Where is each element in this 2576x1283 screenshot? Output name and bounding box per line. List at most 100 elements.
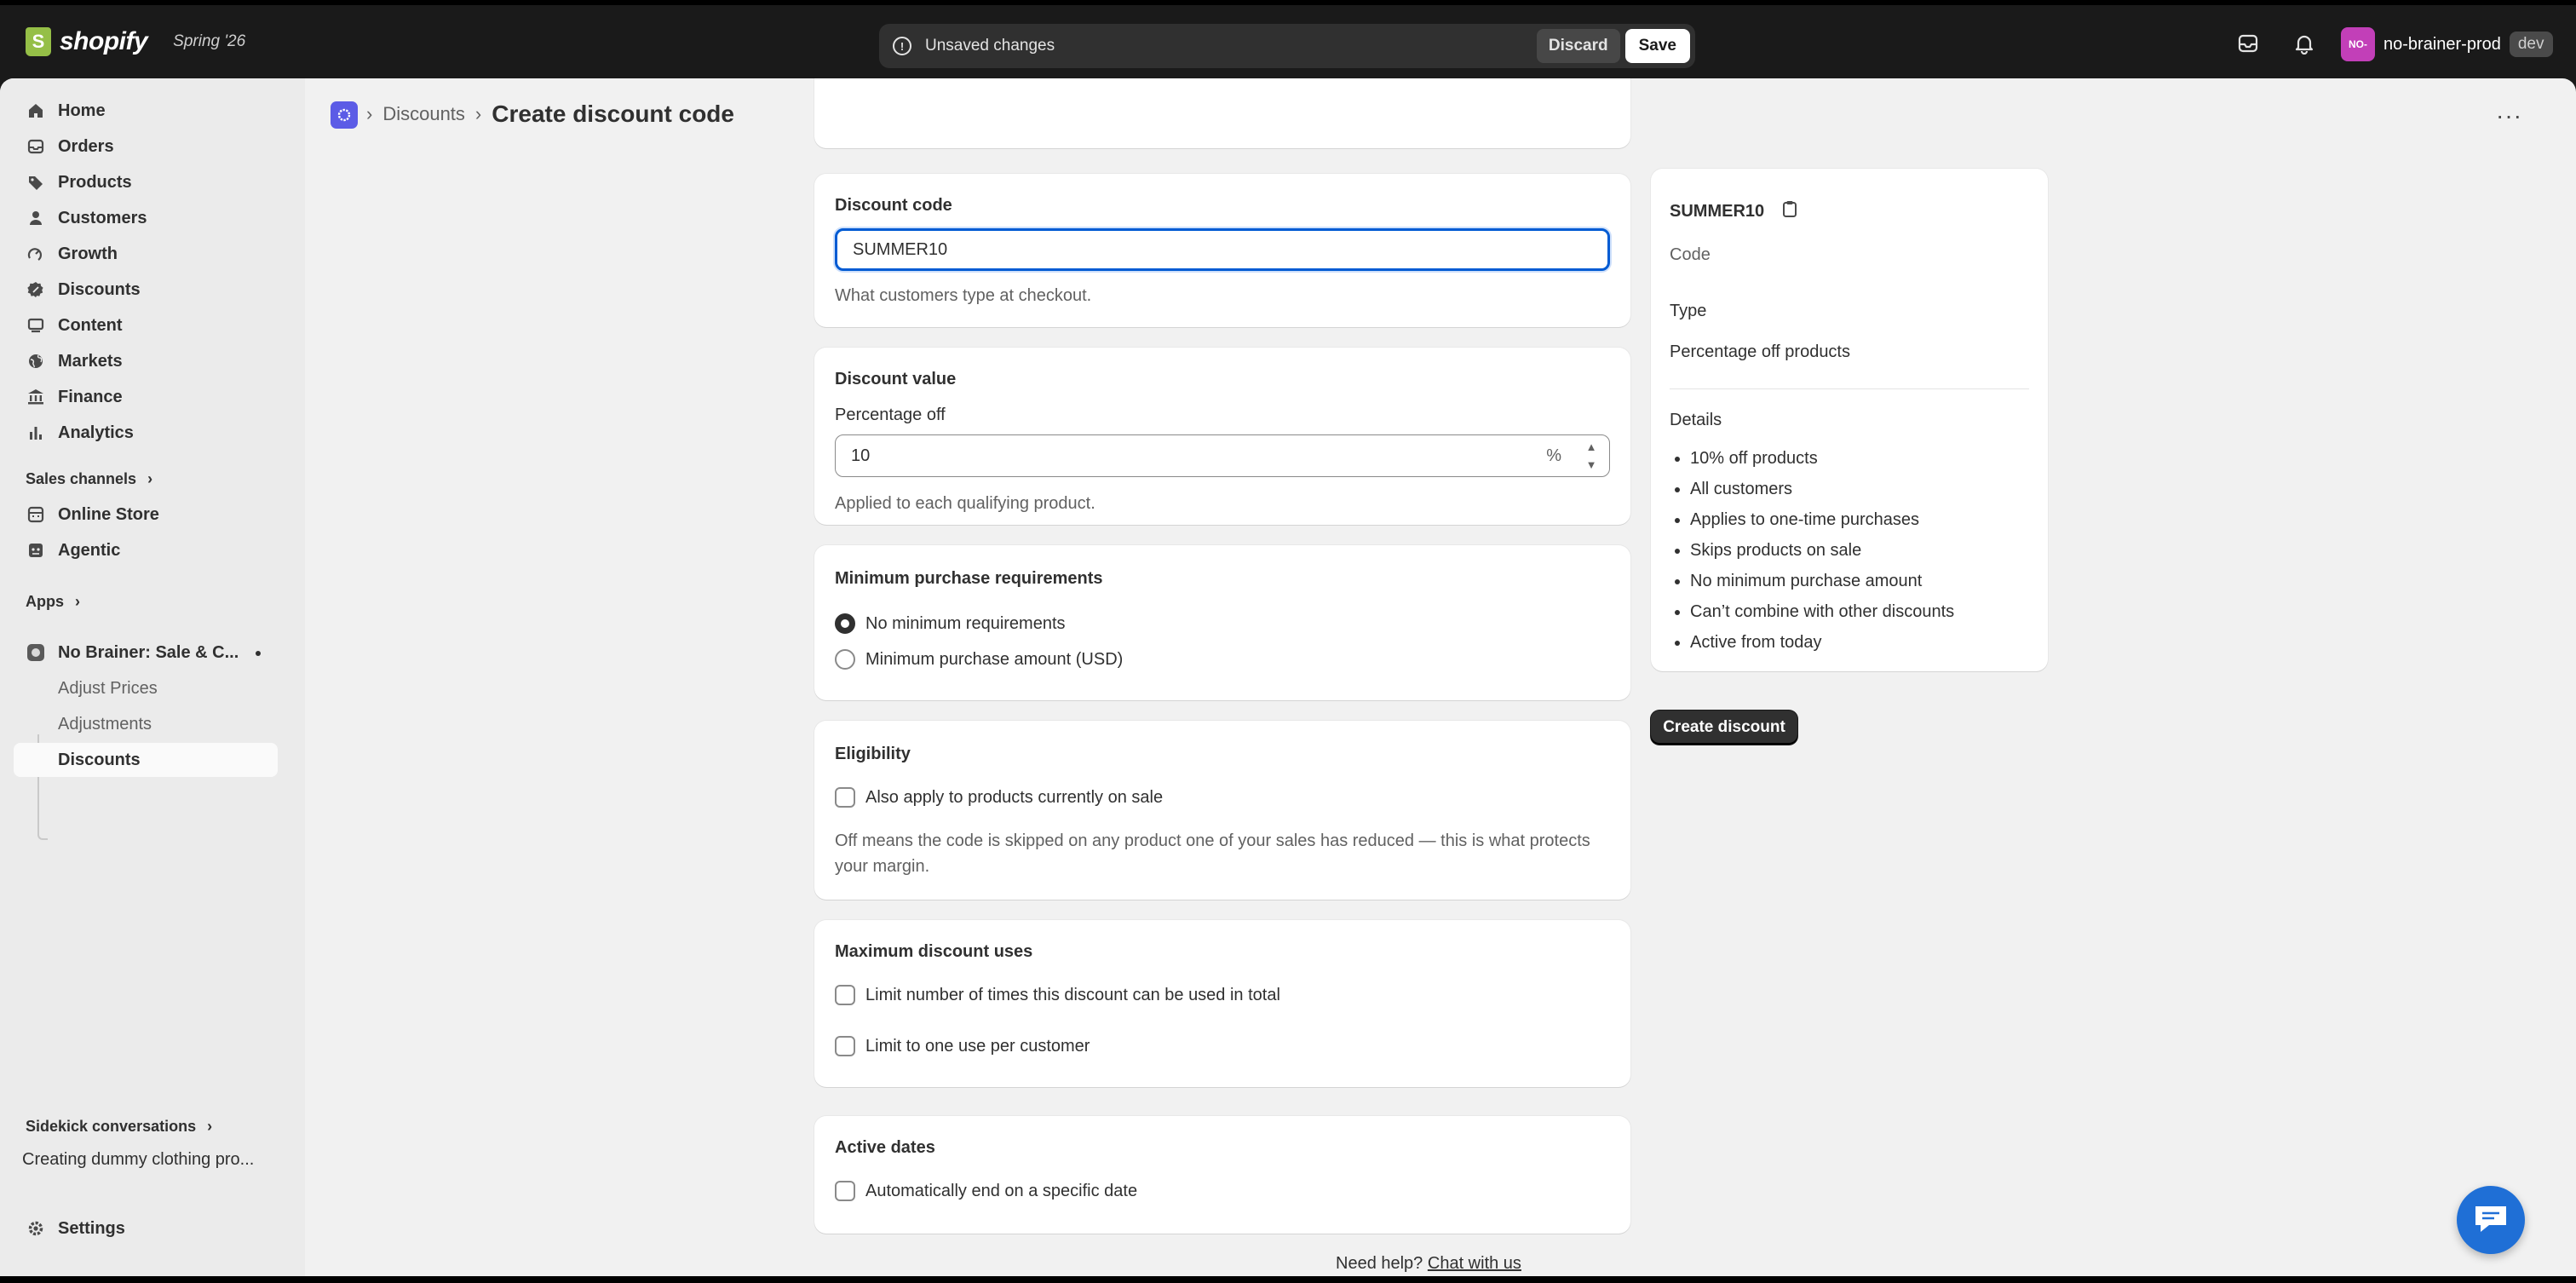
sidebar-item-label: Growth (58, 244, 118, 263)
tag-icon (26, 172, 46, 193)
list-item: Skips products on sale (1690, 535, 1954, 566)
percentage-input[interactable]: 10 % ▲ ▼ (835, 434, 1610, 477)
discount-value-card: Discount value Percentage off 10 % ▲ ▼ A… (814, 348, 1630, 525)
bank-icon (26, 387, 46, 407)
summary-type-heading: Type (1670, 302, 1707, 320)
summary-details-heading: Details (1670, 411, 1722, 429)
growth-icon (26, 244, 46, 264)
input-value: 10 (851, 446, 871, 465)
apps-heading[interactable]: Apps › (26, 593, 80, 611)
active-dates-card: Active dates Automatically end on a spec… (814, 1116, 1630, 1234)
sidebar-item-discounts[interactable]: Discounts (14, 273, 278, 307)
sidebar-subitem-adjust-prices[interactable]: Adjust Prices (14, 671, 278, 705)
sidebar-item-agentic[interactable]: Agentic (14, 533, 278, 567)
shopify-logo[interactable]: S shopify Spring '26 (26, 27, 245, 56)
help-text: Applied to each qualifying product. (835, 494, 1095, 513)
summary-details-list: 10% off products All customers Applies t… (1690, 443, 1954, 658)
discard-button[interactable]: Discard (1536, 29, 1620, 63)
sidebar-item-app[interactable]: No Brainer: Sale & C... (14, 636, 278, 670)
sidekick-conversations-heading[interactable]: Sidekick conversations › (26, 1118, 212, 1136)
sidebar-item-markets[interactable]: Markets (14, 344, 278, 378)
sidebar-subitem-adjustments[interactable]: Adjustments (14, 707, 278, 741)
app-icon[interactable] (331, 101, 358, 129)
checkbox-one-per-customer[interactable]: Limit to one use per customer (835, 1036, 1090, 1056)
checkbox-end-date[interactable]: Automatically end on a specific date (835, 1181, 1137, 1201)
radio-button[interactable] (835, 649, 855, 670)
chevron-down-icon[interactable]: ▼ (1586, 458, 1597, 471)
sidebar-item-content[interactable]: Content (14, 308, 278, 342)
sidebar-item-label: Home (58, 101, 106, 120)
sidebar-item-label: Analytics (58, 423, 134, 442)
sidebar-item-label: Agentic (58, 540, 121, 560)
sidekick-conversation-item[interactable]: Creating dummy clothing pro... (22, 1150, 254, 1170)
sidebar-item-label: Discounts (58, 279, 141, 299)
create-discount-button[interactable]: Create discount (1651, 711, 1797, 745)
summary-type-value: Percentage off products (1670, 342, 1850, 361)
sidebar-item-growth[interactable]: Growth (14, 237, 278, 271)
store-menu[interactable]: NO- no-brainer-prod dev (2341, 27, 2553, 61)
agent-icon (26, 540, 46, 561)
summary-code: SUMMER10 (1670, 199, 1798, 223)
sidebar-item-label: Settings (58, 1218, 125, 1238)
checkbox[interactable] (835, 1181, 855, 1201)
chevron-up-icon[interactable]: ▲ (1586, 440, 1597, 453)
home-icon (26, 101, 46, 121)
sidebar-item-label: No Brainer: Sale & C... (58, 642, 239, 662)
sidebar: Home Orders Products Customers Growth Di… (0, 78, 305, 1276)
bell-icon[interactable] (2293, 32, 2315, 55)
radio-button[interactable] (835, 613, 855, 634)
shopify-bag-icon: S (26, 27, 51, 56)
input-value: SUMMER10 (853, 239, 948, 259)
minimum-requirements-card: Minimum purchase requirements No minimum… (814, 545, 1630, 700)
sidebar-item-settings[interactable]: Settings (14, 1211, 278, 1246)
more-actions-icon[interactable]: ··· (2496, 102, 2522, 129)
checkbox[interactable] (835, 985, 855, 1005)
breadcrumb-discounts-link[interactable]: Discounts (382, 103, 465, 125)
sales-channels-heading[interactable]: Sales channels › (26, 470, 152, 488)
breadcrumb-separator: › (366, 103, 373, 124)
card-title: Discount value (835, 370, 957, 388)
store-name: no-brainer-prod (2383, 34, 2501, 54)
sidebar-item-products[interactable]: Products (14, 165, 278, 199)
sidebar-item-label: Online Store (58, 504, 159, 524)
list-item: All customers (1690, 474, 1954, 504)
chevron-right-icon: › (147, 470, 153, 487)
window-bottom-edge (0, 1276, 2576, 1283)
checkbox-apply-on-sale[interactable]: Also apply to products currently on sale (835, 787, 1163, 808)
sidebar-item-label: Customers (58, 208, 147, 227)
list-item: No minimum purchase amount (1690, 566, 1954, 596)
number-stepper[interactable]: ▲ ▼ (1582, 440, 1601, 471)
list-item: 10% off products (1690, 443, 1954, 474)
eligibility-card: Eligibility Also apply to products curre… (814, 721, 1630, 900)
card-title: Active dates (835, 1138, 935, 1157)
sidebar-item-label: Content (58, 315, 123, 335)
checkbox[interactable] (835, 787, 855, 808)
chat-button[interactable] (2457, 1186, 2525, 1254)
sidebar-subitem-discounts[interactable]: Discounts (14, 743, 278, 777)
sidebar-item-finance[interactable]: Finance (14, 380, 278, 414)
inbox-icon[interactable] (2237, 32, 2259, 55)
sidebar-item-home[interactable]: Home (14, 94, 278, 128)
sidebar-item-analytics[interactable]: Analytics (14, 416, 278, 450)
save-button[interactable]: Save (1624, 29, 1690, 63)
breadcrumb: › Discounts › Create discount code (366, 101, 734, 128)
discount-code-input[interactable]: SUMMER10 (835, 228, 1610, 271)
sidebar-item-orders[interactable]: Orders (14, 129, 278, 164)
edition-label: Spring '26 (173, 32, 246, 50)
pin-dot-icon[interactable] (256, 651, 261, 656)
gear-icon (26, 1218, 46, 1239)
checkbox-limit-total[interactable]: Limit number of times this discount can … (835, 985, 1280, 1005)
checkbox[interactable] (835, 1036, 855, 1056)
chat-with-us-link[interactable]: Chat with us (1428, 1254, 1521, 1273)
radio-no-minimum[interactable]: No minimum requirements (835, 613, 1066, 634)
content-icon (26, 315, 46, 336)
clipboard-icon[interactable] (1781, 199, 1798, 223)
sidebar-item-online-store[interactable]: Online Store (14, 498, 278, 532)
chat-bubble-icon (2472, 1201, 2510, 1240)
help-footer: Need help? Chat with us (1336, 1254, 1521, 1274)
sidebar-item-label: Orders (58, 136, 114, 156)
discount-code-card: Discount code SUMMER10 What customers ty… (814, 174, 1630, 327)
radio-minimum-amount[interactable]: Minimum purchase amount (USD) (835, 649, 1123, 670)
sidebar-item-customers[interactable]: Customers (14, 201, 278, 235)
brand-name: shopify (60, 27, 148, 55)
